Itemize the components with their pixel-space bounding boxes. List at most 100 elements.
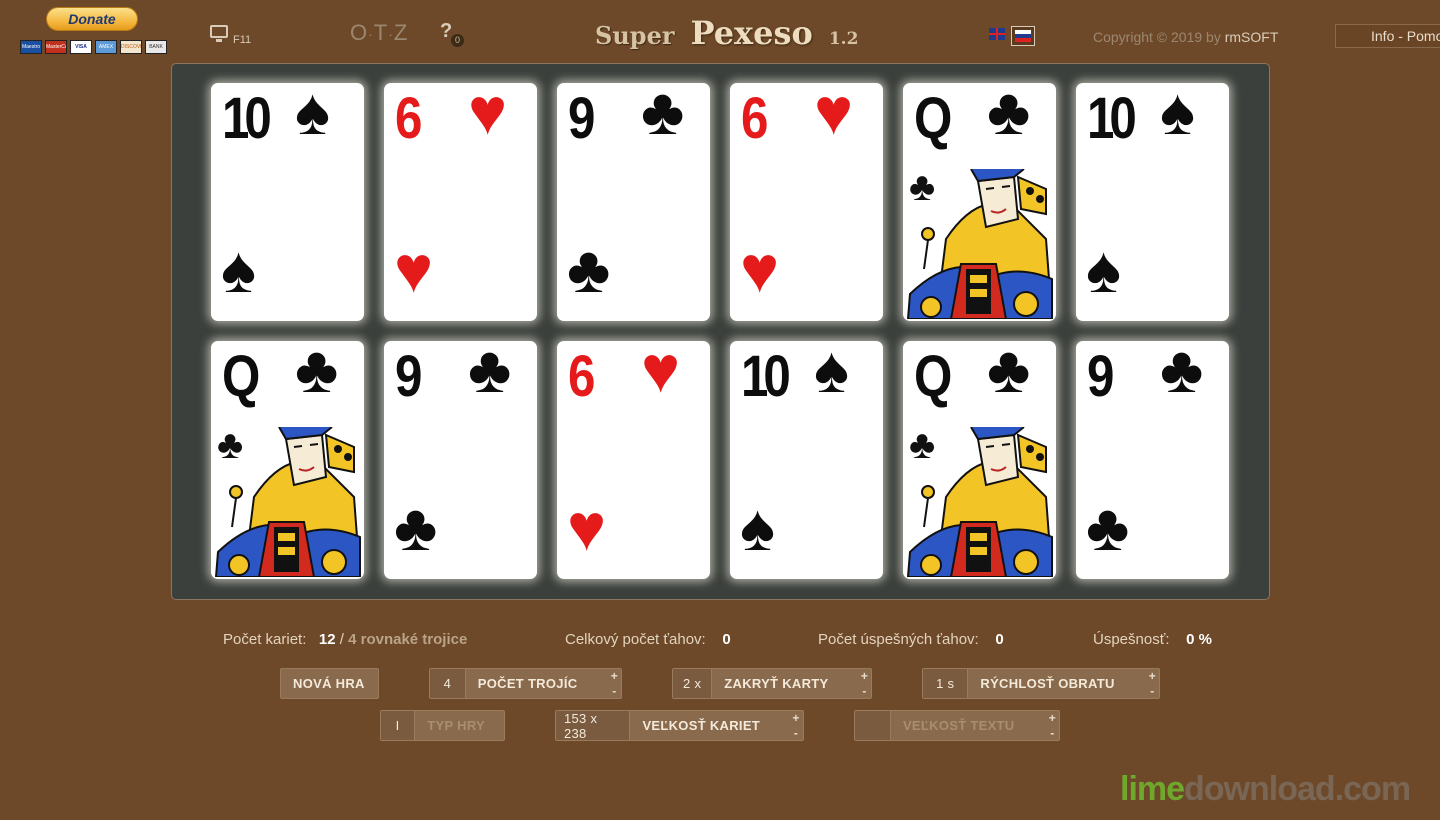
hide-cards-increase-button[interactable]: + xyxy=(861,670,868,682)
card-suit-icon: ♠ xyxy=(740,490,776,564)
triples-increase-button[interactable]: + xyxy=(611,670,618,682)
new-game-button[interactable]: NOVÁ HRA xyxy=(280,668,379,699)
card-suit-icon: ♣ xyxy=(1086,490,1130,564)
hide-cards-decrease-button[interactable]: - xyxy=(862,685,866,697)
card-suit-icon: ♣ xyxy=(295,341,339,406)
card-small-suit-icon: ♣ xyxy=(909,423,936,467)
card-suit-icon: ♥ xyxy=(814,83,854,148)
hide-cards-label: ZAKRYŤ KARTY xyxy=(724,676,829,691)
playing-card[interactable]: 6 ♥ ♥ xyxy=(730,83,883,321)
card-suit-icon: ♣ xyxy=(987,83,1031,148)
watermark-rest: download.com xyxy=(1184,770,1411,808)
visa-card-icon: VISA xyxy=(70,40,92,54)
card-size-control[interactable]: 153 x 238 VEĽKOSŤ KARIET + - xyxy=(555,710,804,741)
playing-card[interactable]: Q ♣ ♣ xyxy=(903,83,1056,321)
card-count-value: 12 xyxy=(318,631,336,648)
slovak-flag-icon xyxy=(1015,30,1031,42)
card-rank: 9 xyxy=(395,344,422,409)
card-rank: Q xyxy=(222,344,260,409)
title-super: Super xyxy=(595,21,675,50)
card-rank: 9 xyxy=(568,86,595,151)
card-size-increase-button[interactable]: + xyxy=(792,712,799,724)
card-suit-icon: ♠ xyxy=(1086,232,1122,306)
triples-count-value: 4 xyxy=(430,669,466,698)
playing-card[interactable]: 9 ♣ ♣ xyxy=(557,83,710,321)
successful-moves-value: 0 xyxy=(995,631,1004,648)
text-size-label: VEĽKOSŤ TEXTU xyxy=(902,718,1015,733)
otz-z[interactable]: Z xyxy=(394,20,408,45)
otz-o[interactable]: O xyxy=(350,20,368,45)
text-size-increase-button[interactable]: + xyxy=(1049,712,1056,724)
card-suit-icon: ♥ xyxy=(740,232,780,306)
playing-card[interactable]: 9 ♣ ♣ xyxy=(384,341,537,579)
fullscreen-monitor-icon[interactable] xyxy=(210,25,228,42)
card-suit-icon: ♣ xyxy=(641,83,685,148)
otz-t[interactable]: T xyxy=(374,20,388,45)
turn-speed-decrease-button[interactable]: - xyxy=(1150,685,1154,697)
card-size-decrease-button[interactable]: - xyxy=(794,727,798,739)
help-count-badge: 0 xyxy=(451,34,464,47)
watermark-logo: limedownload.com xyxy=(1120,770,1411,809)
hide-cards-control[interactable]: 2 x ZAKRYŤ KARTY + - xyxy=(672,668,872,699)
total-moves-value: 0 xyxy=(722,631,731,648)
success-rate-value: 0 % xyxy=(1186,631,1213,648)
new-game-label: NOVÁ HRA xyxy=(293,676,365,691)
card-suit-icon: ♠ xyxy=(1160,83,1196,148)
playing-card[interactable]: 10 ♠ ♠ xyxy=(1076,83,1229,321)
card-suit-icon: ♣ xyxy=(394,490,438,564)
amex-card-icon: AMEX xyxy=(95,40,117,54)
card-suit-icon: ♠ xyxy=(814,341,850,406)
payment-cards: Maestro MasterCard VISA AMEX DISCOVER BA… xyxy=(20,40,167,54)
triples-count-control[interactable]: 4 POČET TROJÍC + - xyxy=(429,668,622,699)
playing-card[interactable]: Q ♣ ♣ xyxy=(211,341,364,579)
card-suit-icon: ♥ xyxy=(641,341,681,406)
card-rank: 10 xyxy=(1087,86,1137,151)
playing-card[interactable]: 9 ♣ ♣ xyxy=(1076,341,1229,579)
game-type-control[interactable]: I TYP HRY xyxy=(380,710,505,741)
card-small-suit-icon: ♣ xyxy=(217,423,244,467)
copyright: Copyright © 2019 by rmSOFT xyxy=(1093,29,1278,45)
game-board: 10 ♠ ♠ 6 ♥ ♥ 9 ♣ ♣ 6 ♥ ♥ Q ♣ ♣ 10 ♠ ♠ Q ♣ xyxy=(171,63,1270,600)
english-flag-icon[interactable] xyxy=(989,28,1005,40)
card-suit-icon: ♥ xyxy=(394,232,434,306)
fullscreen-key-hint: F11 xyxy=(233,34,252,46)
card-suit-icon: ♥ xyxy=(567,490,607,564)
playing-card[interactable]: 10 ♠ ♠ xyxy=(730,341,883,579)
playing-card[interactable]: 6 ♥ ♥ xyxy=(557,341,710,579)
success-rate-label: Úspešnosť: xyxy=(1093,631,1170,648)
turn-speed-increase-button[interactable]: + xyxy=(1149,670,1156,682)
playing-card[interactable]: 10 ♠ ♠ xyxy=(211,83,364,321)
discover-card-icon: DISCOVER xyxy=(120,40,142,54)
turn-speed-label: RÝCHLOSŤ OBRATU xyxy=(980,676,1115,691)
turn-speed-control[interactable]: 1 s RÝCHLOSŤ OBRATU + - xyxy=(922,668,1160,699)
card-small-suit-icon: ♣ xyxy=(909,165,936,209)
playing-card[interactable]: Q ♣ ♣ xyxy=(903,341,1056,579)
otz-control[interactable]: O·T·Z xyxy=(350,20,408,46)
card-suit-icon: ♣ xyxy=(1160,341,1204,406)
watermark-lime: lime xyxy=(1120,770,1185,808)
card-count-stat: Počet kariet: 12 / 4 rovnaké trojice xyxy=(223,631,467,648)
hide-cards-value: 2 x xyxy=(673,669,713,698)
bank-icon: BANK xyxy=(145,40,167,54)
card-suit-icon: ♠ xyxy=(221,232,257,306)
card-suit-icon: ♣ xyxy=(987,341,1031,406)
triples-link[interactable]: 4 rovnaké trojice xyxy=(348,631,467,648)
donate-button[interactable]: Donate xyxy=(46,7,138,31)
card-suit-icon: ♥ xyxy=(468,83,508,148)
card-rank: 6 xyxy=(741,86,768,151)
text-size-control[interactable]: VEĽKOSŤ TEXTU + - xyxy=(854,710,1060,741)
card-size-value: 153 x 238 xyxy=(556,711,631,741)
success-rate-stat: Úspešnosť: 0 % xyxy=(1093,631,1212,648)
card-count-separator: / xyxy=(339,631,344,648)
total-moves-label: Celkový počet ťahov: xyxy=(565,631,706,648)
playing-card[interactable]: 6 ♥ ♥ xyxy=(384,83,537,321)
text-size-decrease-button[interactable]: - xyxy=(1050,727,1054,739)
slovak-flag-button[interactable] xyxy=(1011,26,1035,46)
copyright-brand[interactable]: rmSOFT xyxy=(1225,29,1279,45)
copyright-text: Copyright © 2019 by xyxy=(1093,29,1221,45)
info-help-button[interactable]: Info - Pomoc xyxy=(1335,24,1440,48)
game-type-value: I xyxy=(381,711,416,740)
successful-moves-label: Počet úspešných ťahov: xyxy=(818,631,979,648)
triples-decrease-button[interactable]: - xyxy=(612,685,616,697)
triples-count-label: POČET TROJÍC xyxy=(477,676,578,691)
